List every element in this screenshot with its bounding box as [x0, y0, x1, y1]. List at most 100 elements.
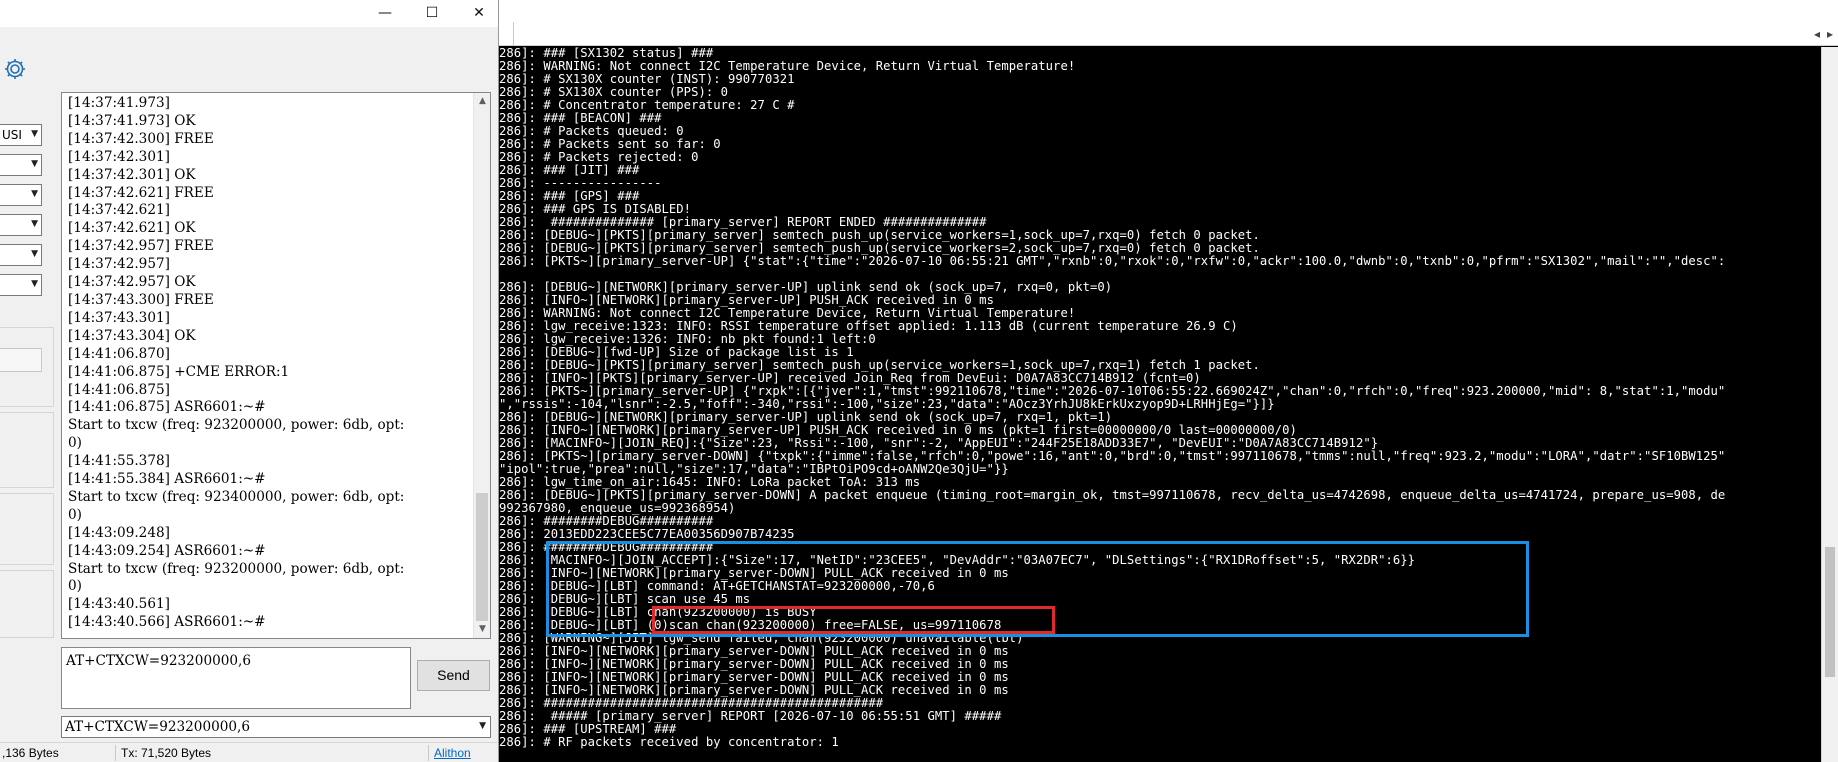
receive-scroll-thumb[interactable]	[476, 493, 488, 621]
strip-divider	[513, 22, 514, 46]
receive-line: [14:37:42.957] FREE	[68, 238, 214, 255]
terminal-line: 286]: [INFO~][NETWORK][primary_server-DO…	[499, 671, 1009, 684]
receive-line: [14:37:42.301] OK	[68, 166, 196, 183]
terminal-line: 286]: ########DEBUG##########	[499, 515, 714, 528]
receive-line: [14:43:40.566] ASR6601:~#	[68, 614, 266, 631]
terminal-vertical-scrollbar[interactable]	[1821, 47, 1838, 762]
receive-line: [14:37:42.621] OK	[68, 220, 196, 237]
send-button[interactable]: Send	[417, 660, 490, 691]
terminal-line: 286]: ##################################…	[499, 697, 884, 710]
terminal-output[interactable]: 286]: ### [SX1302 status] ### 286]: WARNI…	[499, 47, 1821, 762]
terminal-line: 286]: # Packets queued: 0	[499, 125, 684, 138]
close-icon[interactable]: ✕	[459, 2, 498, 24]
scroll-up-icon[interactable]: ▲	[474, 93, 491, 110]
parity-combo[interactable]: ▼	[0, 214, 42, 236]
chevron-down-icon: ▼	[31, 189, 38, 199]
terminal-line: 286]: ### GPS IS DISABLED!	[499, 203, 692, 216]
terminal-line: 286]: [PKTS~][primary_server-UP] {"stat"…	[499, 255, 1726, 268]
databits-combo[interactable]: ▼	[0, 184, 42, 206]
terminal-line: 286]: [INFO~][NETWORK][primary_server-DO…	[499, 684, 1009, 697]
terminal-scroll-thumb[interactable]	[1825, 547, 1835, 677]
terminal-line: 286]: # Packets rejected: 0	[499, 151, 699, 164]
settings-group	[0, 327, 54, 407]
settings-field[interactable]	[0, 348, 42, 372]
receive-textarea[interactable]: [14:37:41.973] [14:37:41.973] OK [14:37:42…	[61, 92, 491, 639]
terminal-line: 286]: ### [GPS] ###	[499, 190, 640, 203]
send-history-combo[interactable]: AT+CTXCW=923200000,6 ▼	[61, 716, 491, 738]
receive-line: [14:41:55.384] ASR6601:~#	[68, 471, 266, 488]
terminal-line: 286]: lgw_receive:1326: INFO: nb pkt fou…	[499, 333, 876, 346]
port-combo[interactable]: USI ▼	[0, 124, 42, 146]
status-divider	[115, 745, 116, 761]
scroll-left-arrow-icon[interactable]: ◂	[1814, 27, 1820, 41]
terminal-line: ","rssis":-104,"lsnr":-2.5,"foff":-340,"…	[499, 398, 1275, 411]
terminal-line: "ipol":true,"prea":null,"size":17,"data"…	[499, 463, 1009, 476]
terminal-line: 286]: [DEBUG~][PKTS][primary_server] sem…	[499, 359, 1260, 372]
receive-line: [14:41:06.875]	[68, 381, 170, 398]
settings-gear-icon[interactable]	[2, 56, 28, 82]
receive-line: [14:43:40.561]	[68, 596, 170, 613]
terminal-line: 286]: [INFO~][PKTS][primary_server-UP] r…	[499, 372, 1201, 385]
chevron-down-icon: ▼	[31, 279, 38, 289]
terminal-line: 286]: [PKTS~][primary_server-UP] {"rxpk"…	[499, 385, 1726, 398]
receive-line: [14:37:42.621]	[68, 202, 170, 219]
receive-line: [14:37:42.957]	[68, 256, 170, 273]
receive-line: [14:37:42.957] OK	[68, 274, 196, 291]
receive-line: Start to txcw (freq: 923200000, power: 6…	[68, 560, 405, 577]
terminal-line: 286]: [MACINFO~][JOIN_REQ]:{"Size":23, "…	[499, 437, 1379, 450]
chevron-down-icon: ▼	[31, 219, 38, 229]
receive-line: [14:37:43.301]	[68, 309, 170, 326]
receive-line: [14:37:41.973] OK	[68, 112, 196, 129]
receive-line: [14:41:06.875] ASR6601:~#	[68, 399, 266, 416]
flow-control-combo[interactable]: ▼	[0, 274, 42, 296]
terminal-line: 286]: WARNING: Not connect I2C Temperatu…	[499, 60, 1076, 73]
terminal-line: 286]: # SX130X counter (INST): 990770321	[499, 73, 795, 86]
terminal-line: 286]: [PKTS~][primary_server-DOWN] {"txp…	[499, 450, 1726, 463]
terminal-line: 286]: # Packets sent so far: 0	[499, 138, 721, 151]
baud-combo[interactable]: ▼	[0, 154, 42, 176]
scroll-down-icon[interactable]: ▼	[474, 621, 491, 638]
settings-group	[0, 493, 54, 565]
terminal-top-bar	[499, 0, 1838, 22]
chevron-down-icon: ▼	[31, 129, 38, 139]
stopbits-combo[interactable]: ▼	[0, 244, 42, 266]
terminal-line: 286]: WARNING: Not connect I2C Temperatu…	[499, 307, 1076, 320]
chevron-down-icon: ▼	[479, 721, 486, 731]
receive-line: [14:37:42.621] FREE	[68, 184, 214, 201]
receive-line: Start to txcw (freq: 923400000, power: 6…	[68, 488, 405, 505]
send-input[interactable]: AT+CTXCW=923200000,6	[61, 647, 411, 709]
serial-tool-window: — ☐ ✕ USI ▼ ▼ ▼ ▼ ▼ ▼ [14:37:41.973] [14:…	[0, 0, 499, 762]
receive-vertical-scrollbar[interactable]: ▲ ▼	[473, 93, 490, 638]
terminal-line: 286]: [DEBUG~][PKTS][primary_server-DOWN…	[499, 489, 1726, 502]
terminal-line: 286]: [INFO~][NETWORK][primary_server-DO…	[499, 658, 1009, 671]
highlight-box-red	[652, 606, 1055, 634]
terminal-line: 286]: [DEBUG~][PKTS][primary_server] sem…	[499, 229, 1260, 242]
receive-line: 0)	[68, 435, 82, 452]
status-bar: ,136 Bytes Tx: 71,520 Bytes Alithon	[0, 742, 498, 762]
terminal-line: 286]: ### [JIT] ###	[499, 164, 640, 177]
receive-line: 0)	[68, 506, 82, 523]
minimize-icon[interactable]: —	[365, 2, 405, 24]
terminal-line: 286]: ############## [primary_server] RE…	[499, 216, 987, 229]
terminal-line: 286]: lgw_time_on_air:1645: INFO: LoRa p…	[499, 476, 921, 489]
tx-bytes: Tx: 71,520 Bytes	[121, 746, 212, 760]
scroll-right-arrow-icon[interactable]: ▸	[1827, 27, 1833, 41]
rx-bytes: ,136 Bytes	[2, 746, 59, 760]
receive-line: [14:43:09.248]	[68, 524, 170, 541]
chevron-down-icon: ▼	[31, 159, 38, 169]
terminal-line: 286]: [INFO~][NETWORK][primary_server-DO…	[499, 645, 1009, 658]
terminal-line: 286]: [INFO~][NETWORK][primary_server-UP…	[499, 424, 1297, 437]
terminal-line: 286]: [INFO~][NETWORK][primary_server-UP…	[499, 294, 994, 307]
maximize-icon[interactable]: ☐	[412, 2, 452, 24]
terminal-line: 992367980, enqueue_us=992368954)	[499, 502, 736, 515]
receive-log-lines: [14:37:41.973] [14:37:41.973] OK [14:37:42…	[68, 95, 468, 632]
alithon-link[interactable]: Alithon	[434, 746, 471, 760]
receive-line: [14:41:55.378]	[68, 453, 170, 470]
terminal-line: 286]: ### [UPSTREAM] ###	[499, 723, 677, 736]
settings-group	[0, 412, 54, 488]
terminal-log-lines: 286]: ### [SX1302 status] ### 286]: WARNI…	[499, 47, 1821, 749]
receive-line: [14:37:42.301]	[68, 148, 170, 165]
terminal-line: 286]: [DEBUG~][NETWORK][primary_server-U…	[499, 411, 1113, 424]
terminal-line: 286]: ##### [primary_server] REPORT [202…	[499, 710, 1002, 723]
